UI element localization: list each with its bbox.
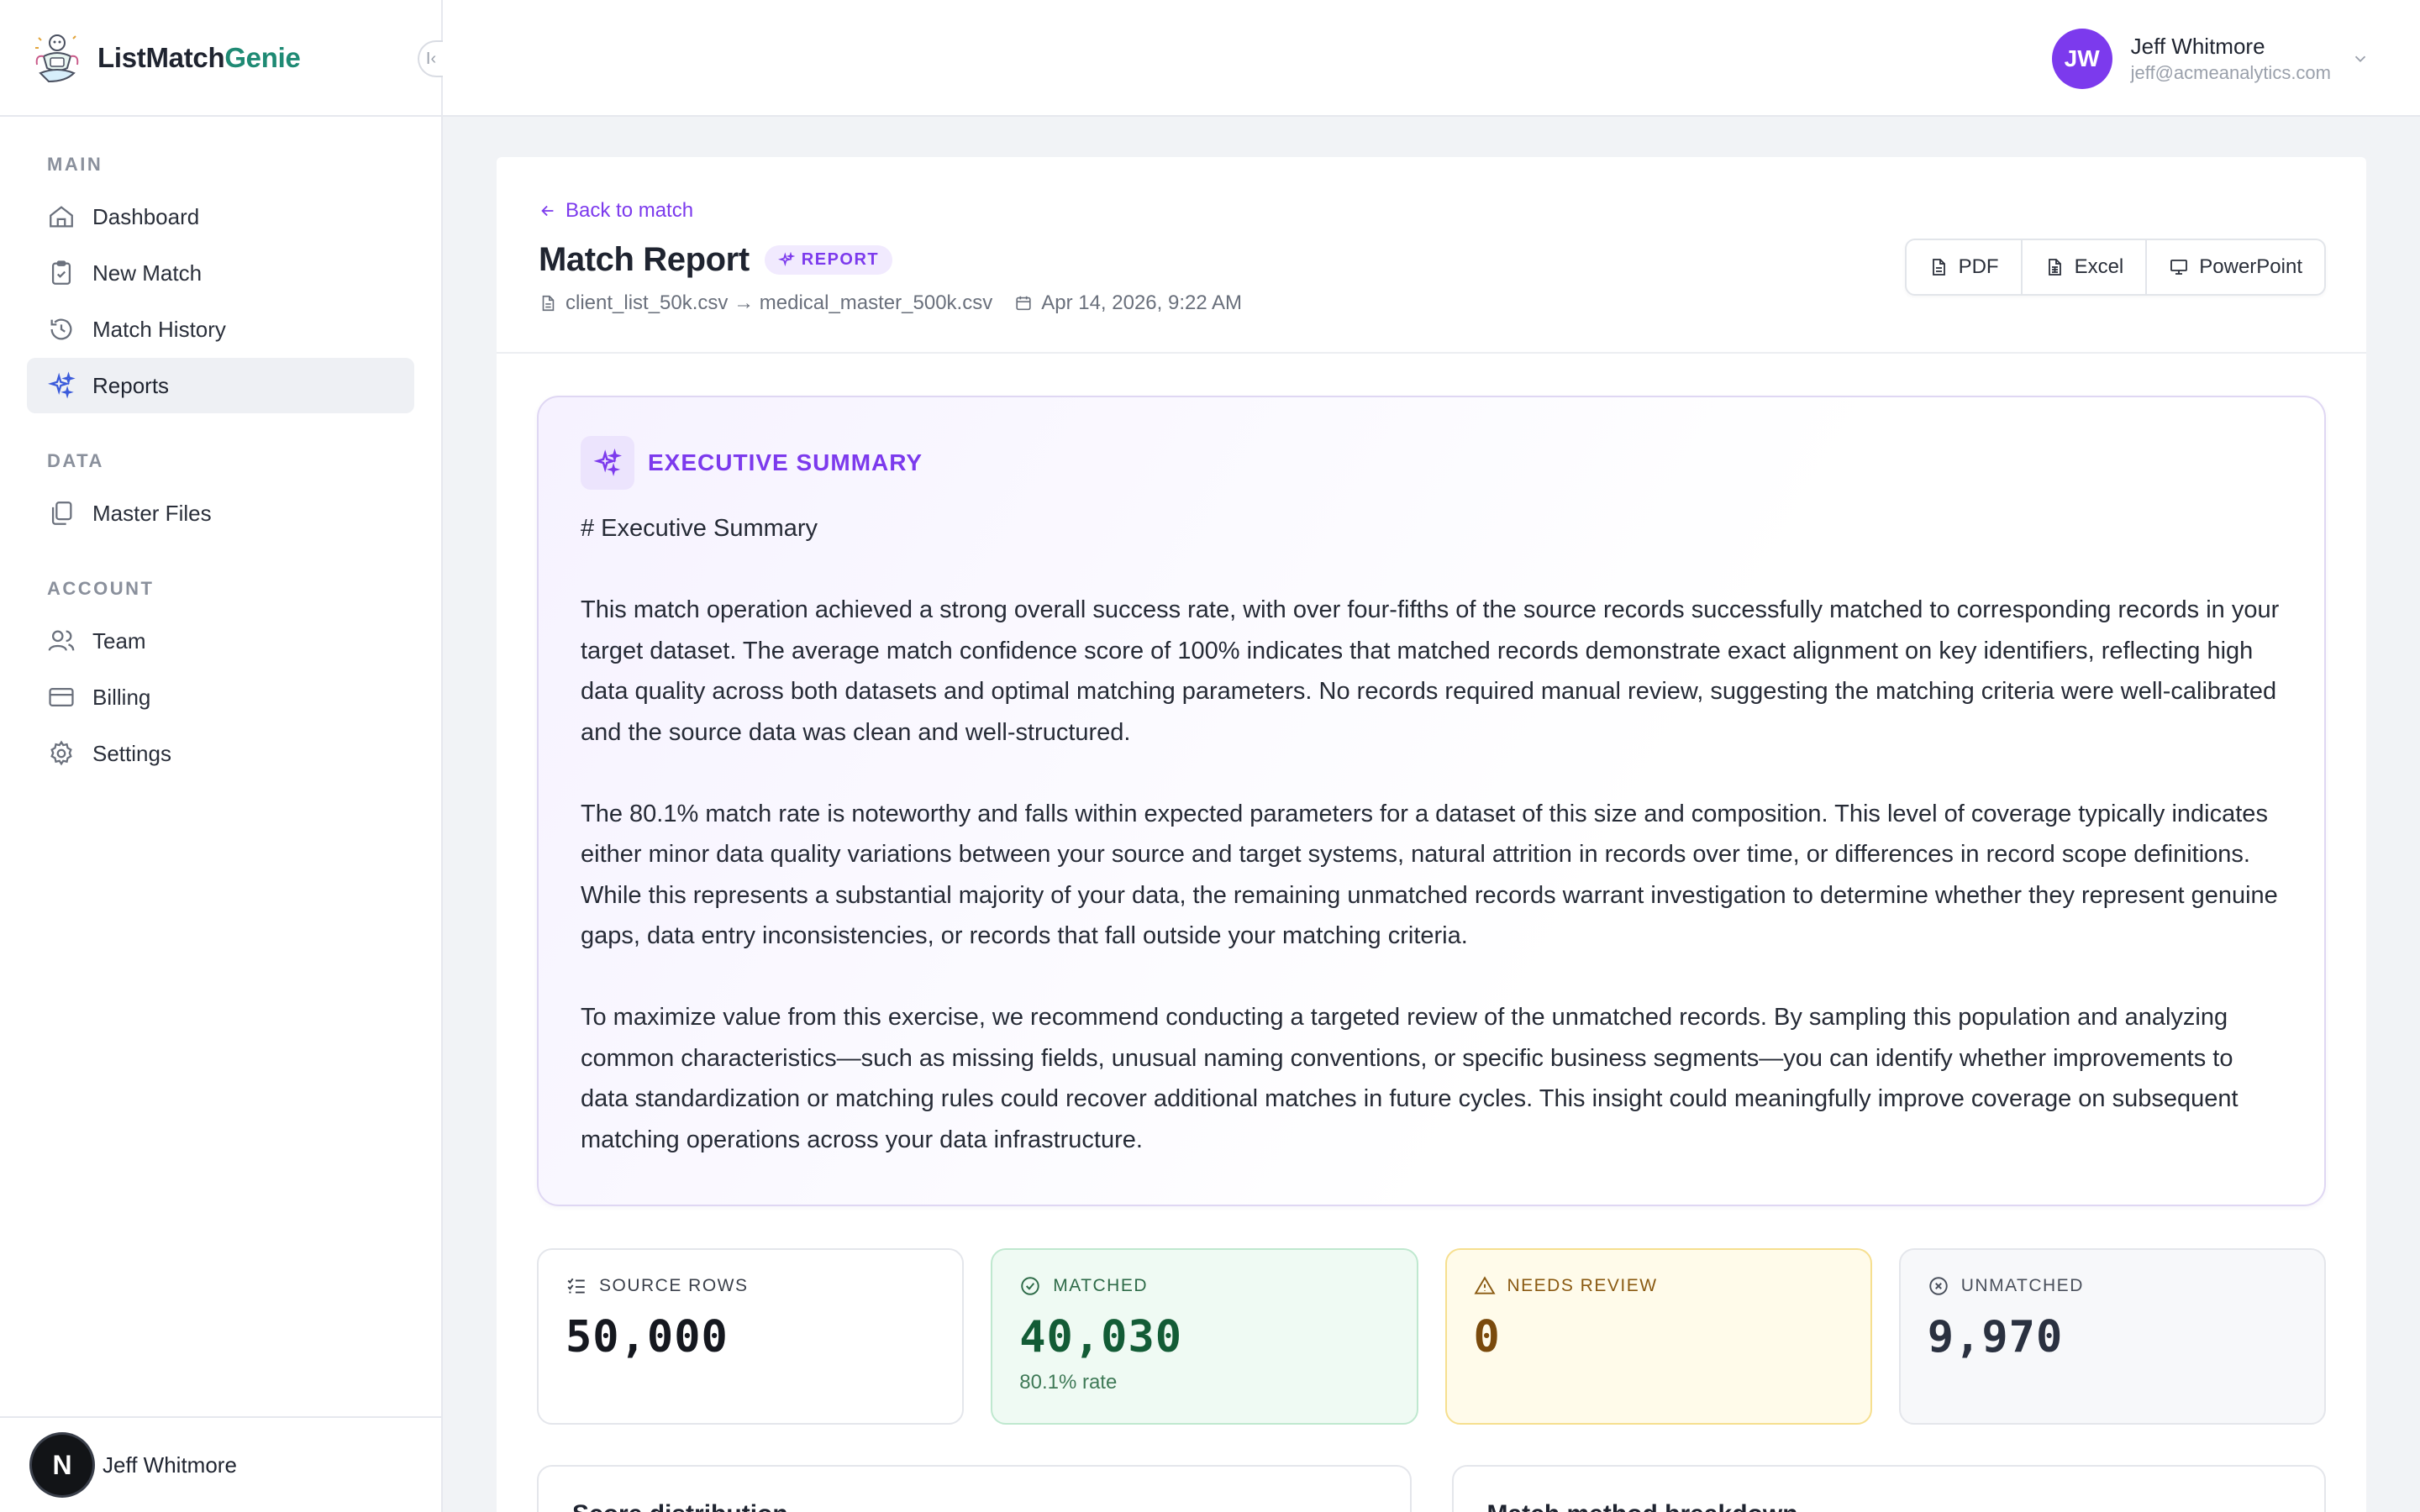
sidebar-item-billing[interactable]: Billing [27,669,414,725]
warning-icon [1473,1276,1496,1294]
avatar: N [32,1435,92,1509]
calendar-icon [1016,296,1031,311]
nav: MAIN Dashboard New Match Match History R… [0,154,441,781]
charts-row: Score distribution Match method breakdow… [537,1465,2326,1512]
credit-card-icon [49,687,74,707]
stat-card-matched: MATCHED 40,030 80.1% rate [991,1248,1418,1425]
nav-section-data: DATA [47,450,104,471]
stat-subtext: 80.1% rate [1019,1371,1118,1394]
stat-value: 0 [1473,1312,1501,1362]
sparkles-icon [593,449,622,477]
history-icon [50,318,72,340]
report-header: Back to match Match Report REPORT client… [497,157,2366,354]
page-title: Match Report [539,241,750,278]
sidebar-item-settings[interactable]: Settings [27,726,414,781]
files-icon [51,501,72,525]
stat-card-source-rows: SOURCE ROWS 50,000 [537,1248,965,1425]
summary-body: # Executive Summary This match operation… [581,508,2282,1160]
summary-header: EXECUTIVE SUMMARY [581,436,2282,490]
export-excel-button[interactable]: Excel [2023,240,2148,294]
gear-icon [50,740,72,766]
collapse-icon: I‹ [425,49,437,68]
user-menu[interactable]: JW Jeff Whitmore jeff@acmeanalytics.com [2051,29,2370,89]
home-icon [50,206,73,228]
stat-value: 40,030 [1019,1312,1183,1362]
genie-logo-icon [35,34,79,82]
spreadsheet-icon [2048,259,2061,276]
sidebar-item-new-match[interactable]: New Match [27,245,414,301]
sidebar-item-team[interactable]: Team [27,613,414,669]
report-files: client_list_50k.csv → medical_master_500… [566,291,993,314]
brand[interactable]: ListMatchGenie I‹ [0,0,443,117]
executive-summary-card: EXECUTIVE SUMMARY # Executive Summary Th… [537,396,2326,1206]
summary-paragraph: The 80.1% match rate is noteworthy and f… [581,800,2278,950]
sidebar-item-match-history[interactable]: Match History [27,302,414,357]
user-name: Jeff Whitmore [2130,34,2265,59]
summary-heading: # Executive Summary [581,515,818,542]
stat-value: 9,970 [1927,1312,2064,1362]
check-circle-icon [1021,1277,1039,1295]
summary-paragraph: To maximize value from this exercise, we… [581,1004,2238,1153]
users-icon [48,630,75,651]
back-to-match-link[interactable]: Back to match [539,199,693,223]
nav-section-account: ACCOUNT [47,578,155,599]
export-powerpoint-button[interactable]: PowerPoint [2147,240,2324,294]
sidebar-user[interactable]: N Jeff Whitmore [0,1416,441,1512]
clipboard-check-icon [51,260,71,285]
brand-name: ListMatchGenie [97,41,301,73]
match-method-card: Match method breakdown [1451,1465,2326,1512]
summary-icon-wrap [581,436,634,490]
score-distribution-card: Score distribution [537,1465,1412,1512]
sidebar-item-master-files[interactable]: Master Files [27,486,414,541]
sidebar-user-name: Jeff Whitmore [103,1452,237,1478]
report-panel: Back to match Match Report REPORT client… [497,157,2366,1512]
arrow-left-icon [541,205,554,217]
report-meta: client_list_50k.csv → medical_master_500… [539,291,1242,315]
chevron-down-icon [2354,55,2366,63]
sparkles-icon [48,371,76,399]
export-buttons: PDF Excel PowerPoint [1904,239,2326,296]
file-text-icon [1932,259,1945,276]
x-circle-icon [1929,1277,1948,1295]
user-avatar: JW [2051,29,2112,89]
sidebar-item-reports[interactable]: Reports [27,358,414,413]
nav-section-main: MAIN [47,154,103,175]
sidebar: ListMatchGenie I‹ MAIN Dashboard New Mat… [0,0,443,1512]
stat-card-unmatched: UNMATCHED 9,970 [1898,1248,2326,1425]
export-pdf-button[interactable]: PDF [1907,240,2023,294]
summary-paragraph: This match operation achieved a strong o… [581,596,2280,746]
presentation-icon [2170,260,2188,275]
collapse-sidebar-button[interactable]: I‹ [418,40,443,77]
user-email: jeff@acmeanalytics.com [2130,62,2331,83]
sparkles-icon [777,251,795,266]
file-icon [542,295,555,312]
stat-card-needs-review: NEEDS REVIEW 0 [1444,1248,1872,1425]
report-date: Apr 14, 2026, 9:22 AM [1041,291,1243,314]
topbar: JW Jeff Whitmore jeff@acmeanalytics.com [443,0,2420,117]
report-title-row: Match Report REPORT [539,241,893,279]
report-badge: REPORT [764,245,893,275]
stat-value: 50,000 [566,1312,729,1362]
sidebar-item-dashboard[interactable]: Dashboard [27,189,414,244]
list-checks-icon [567,1278,585,1294]
summary-title: EXECUTIVE SUMMARY [648,449,923,475]
stat-cards: SOURCE ROWS 50,000 MATCHED 40,030 80.1% … [537,1248,2326,1425]
